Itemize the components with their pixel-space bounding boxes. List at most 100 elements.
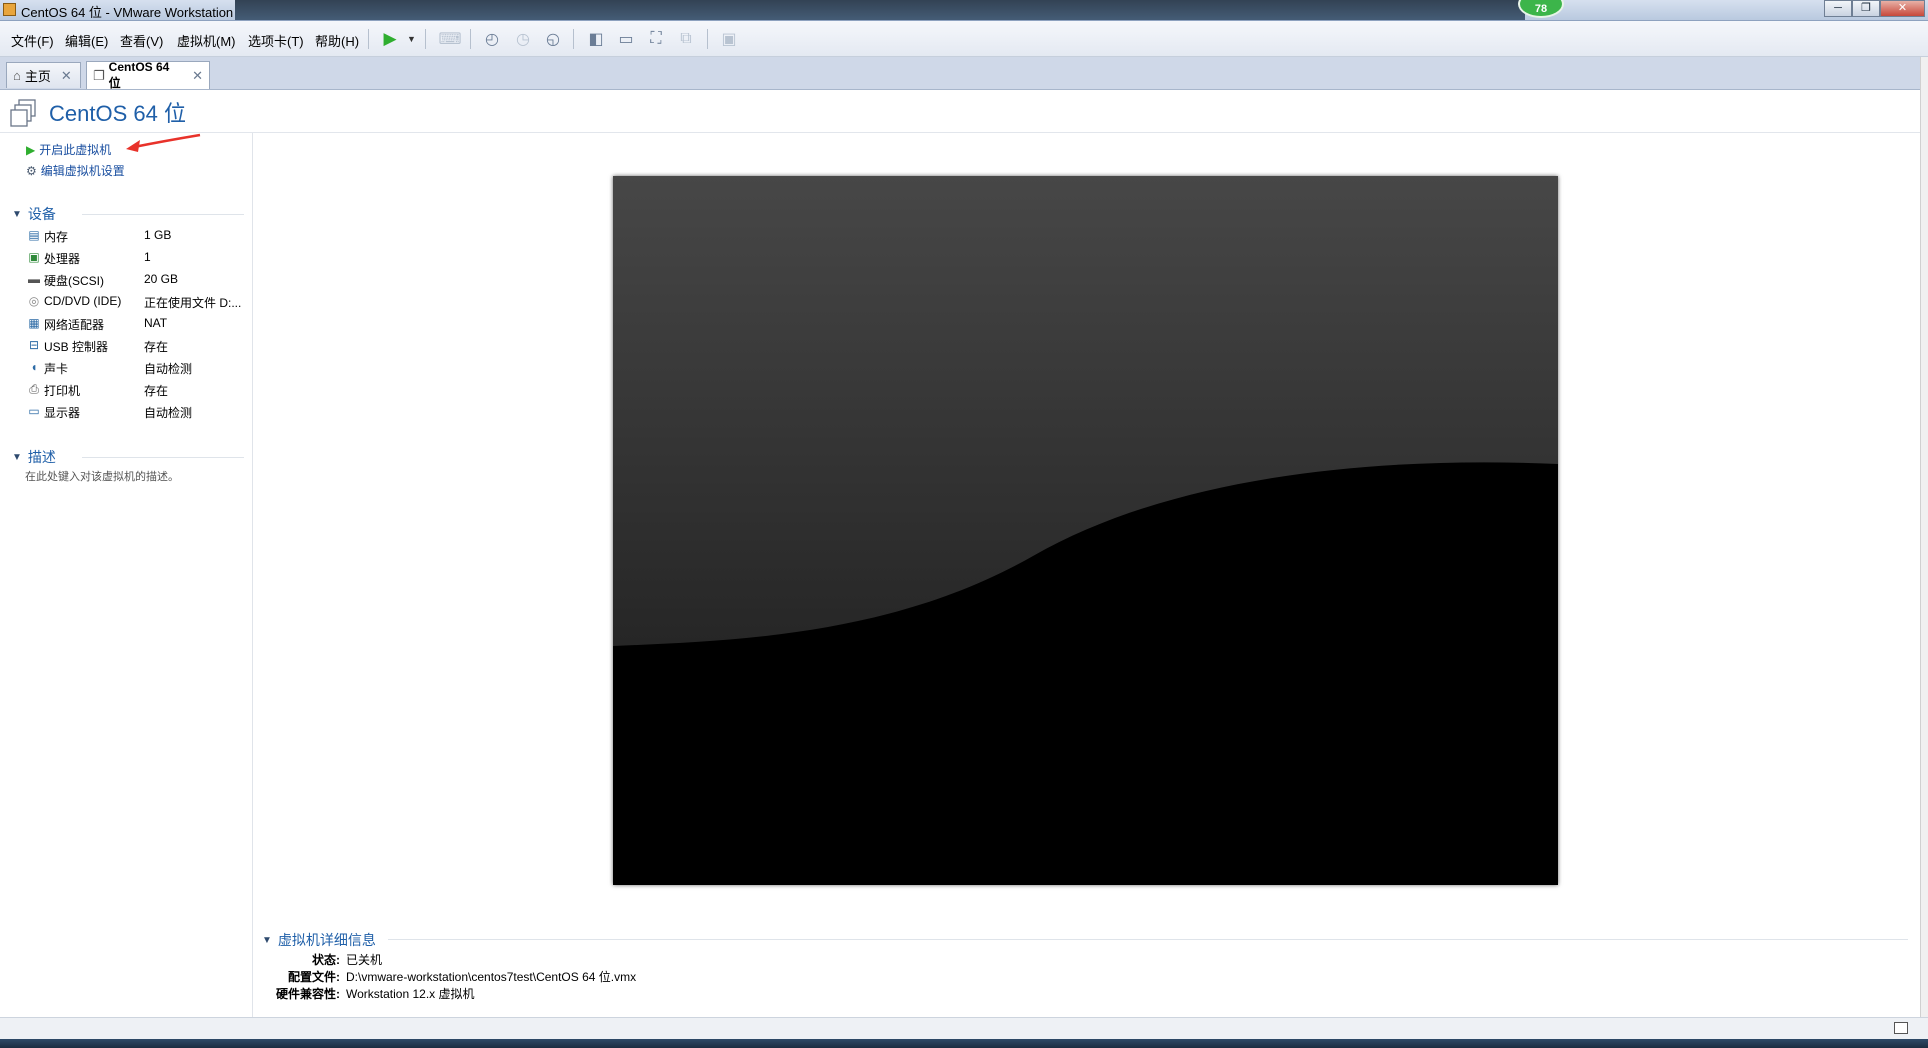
detail-value: D:\vmware-workstation\centos7test\CentOS… <box>346 970 637 984</box>
printer-icon: ⎙ <box>29 382 39 396</box>
dropdown-arrow-icon[interactable]: ▼ <box>407 34 416 44</box>
device-name: 内存 <box>44 230 69 244</box>
power-on-label: 开启此虚拟机 <box>39 143 112 157</box>
cd-dvd-icon: ◎ <box>28 294 40 308</box>
device-value: 存在 <box>144 384 169 398</box>
sound-card-icon: ◖ <box>30 360 38 374</box>
device-value: 自动检测 <box>144 406 193 420</box>
menu-tabs[interactable]: 选项卡(T) <box>248 31 304 50</box>
device-value: NAT <box>144 316 168 330</box>
cpu-icon: ▣ <box>28 250 40 264</box>
device-cd-dvd[interactable]: ◎ CD/DVD (IDE) 正在使用文件 D:... <box>26 292 246 314</box>
preview-gloss-graphic <box>613 176 1558 646</box>
menu-edit[interactable]: 编辑(E) <box>65 31 108 50</box>
detail-value: 已关机 <box>346 953 383 967</box>
device-value: 1 <box>144 250 151 264</box>
vm-preview-screen[interactable] <box>613 176 1558 885</box>
section-divider <box>388 939 1908 940</box>
device-name: 打印机 <box>44 384 81 398</box>
toolbar-separator <box>368 29 369 49</box>
caret-down-icon: ▼ <box>12 451 22 463</box>
tab-centos[interactable]: ❐ CentOS 64 位 ✕ <box>86 60 210 90</box>
close-button[interactable]: ✕ <box>1880 0 1925 17</box>
device-name: 声卡 <box>44 362 69 376</box>
description-section-toggle[interactable]: ▼ 描述 <box>12 447 56 467</box>
device-value: 1 GB <box>144 228 172 242</box>
right-edge-scrollbar[interactable] <box>1920 57 1928 1017</box>
toolbar-separator <box>573 29 574 49</box>
device-hard-disk[interactable]: ▬ 硬盘(SCSI) 20 GB <box>26 270 246 292</box>
fullscreen-icon[interactable]: ⛶ <box>646 29 666 49</box>
device-value: 存在 <box>144 340 169 354</box>
status-bar <box>0 1017 1928 1040</box>
console-view-icon[interactable]: ▣ <box>719 29 739 49</box>
snapshot-take-icon[interactable]: ◴ <box>482 29 502 49</box>
vm-details-section-toggle[interactable]: ▼ 虚拟机详细信息 <box>262 930 376 950</box>
edit-vm-settings-link[interactable]: ⚙ 编辑虚拟机设置 <box>26 162 125 179</box>
device-value: 自动检测 <box>144 362 193 376</box>
toolbar-separator <box>707 29 708 49</box>
play-icon[interactable]: ▶ <box>380 29 400 49</box>
vm-large-icon <box>10 99 36 127</box>
menu-toolbar: 文件(F) 编辑(E) 查看(V) 虚拟机(M) 选项卡(T) 帮助(H) ▶ … <box>0 21 1928 57</box>
display-icon: ▭ <box>28 404 40 418</box>
device-name: 处理器 <box>44 252 81 266</box>
tab-home-close[interactable]: ✕ <box>61 68 72 84</box>
snapshot-revert-icon[interactable]: ◷ <box>513 29 533 49</box>
caret-down-icon: ▼ <box>12 208 22 220</box>
device-display[interactable]: ▭ 显示器 自动检测 <box>26 402 246 424</box>
toolbar-separator <box>425 29 426 49</box>
device-cpu[interactable]: ▣ 处理器 1 <box>26 248 246 270</box>
minimize-button[interactable]: ─ <box>1824 0 1852 17</box>
detail-status: 状态: 已关机 <box>262 951 1262 968</box>
snapshot-manager-icon[interactable]: ◵ <box>543 29 563 49</box>
title-bar: CentOS 64 位 - VMware Workstation 78 ─ ❐ … <box>0 0 1928 21</box>
unity-icon[interactable]: ⧉ <box>676 29 696 49</box>
power-on-vm-link[interactable]: ▶ 开启此虚拟机 <box>26 141 111 158</box>
home-icon: ⌂ <box>13 68 21 83</box>
device-usb-controller[interactable]: ⊟ USB 控制器 存在 <box>26 336 246 358</box>
edit-settings-label: 编辑虚拟机设置 <box>40 164 125 178</box>
library-icon[interactable]: ◧ <box>586 29 606 49</box>
vm-title: CentOS 64 位 <box>49 101 186 126</box>
menu-vm[interactable]: 虚拟机(M) <box>177 31 236 50</box>
section-divider <box>82 214 244 215</box>
background-window-strip <box>235 0 1525 20</box>
network-adapter-icon: ▦ <box>28 316 40 330</box>
detail-key: 配置文件: <box>288 970 340 984</box>
device-memory[interactable]: ▤ 内存 1 GB <box>26 226 246 248</box>
vm-summary-panel: ▶ 开启此虚拟机 ⚙ 编辑虚拟机设置 ▼ 设备 ▤ 内存 1 GB ▣ 处理器 … <box>0 133 253 1017</box>
devices-heading: 设备 <box>27 206 56 222</box>
vmware-app-icon <box>3 3 16 16</box>
device-printer[interactable]: ⎙ 打印机 存在 <box>26 380 246 402</box>
vm-icon: ❐ <box>93 67 105 83</box>
device-name: 硬盘(SCSI) <box>44 274 105 288</box>
menu-file[interactable]: 文件(F) <box>11 31 54 50</box>
detail-value: Workstation 12.x 虚拟机 <box>346 987 475 1001</box>
send-keys-icon[interactable]: ⌨ <box>438 29 461 49</box>
window-controls: ─ ❐ ✕ <box>1824 0 1925 18</box>
tab-centos-close[interactable]: ✕ <box>192 68 203 84</box>
maximize-button[interactable]: ❐ <box>1852 0 1880 17</box>
tab-home[interactable]: ⌂ 主页 ✕ <box>6 62 81 88</box>
vmware-window: CentOS 64 位 - VMware Workstation 78 ─ ❐ … <box>0 0 1928 1048</box>
device-value: 正在使用文件 D:... <box>144 296 242 310</box>
description-heading: 描述 <box>27 449 56 465</box>
devices-section-toggle[interactable]: ▼ 设备 <box>12 204 56 224</box>
device-name: USB 控制器 <box>44 340 109 354</box>
menu-view[interactable]: 查看(V) <box>120 31 163 50</box>
windows-taskbar <box>0 1039 1928 1048</box>
vm-details-heading: 虚拟机详细信息 <box>277 932 376 948</box>
device-name: CD/DVD (IDE) <box>44 294 122 308</box>
section-divider <box>82 457 244 458</box>
message-log-icon[interactable] <box>1894 1022 1908 1034</box>
description-placeholder[interactable]: 在此处键入对该虚拟机的描述。 <box>25 468 179 484</box>
settings-icon: ⚙ <box>26 163 37 178</box>
hard-disk-icon: ▬ <box>28 272 40 286</box>
menu-help[interactable]: 帮助(H) <box>315 31 359 50</box>
thumbnail-bar-icon[interactable]: ▭ <box>616 29 636 49</box>
detail-key: 状态: <box>312 953 340 967</box>
tab-home-label: 主页 <box>24 69 51 84</box>
device-sound-card[interactable]: ◖ 声卡 自动检测 <box>26 358 246 380</box>
device-network-adapter[interactable]: ▦ 网络适配器 NAT <box>26 314 246 336</box>
